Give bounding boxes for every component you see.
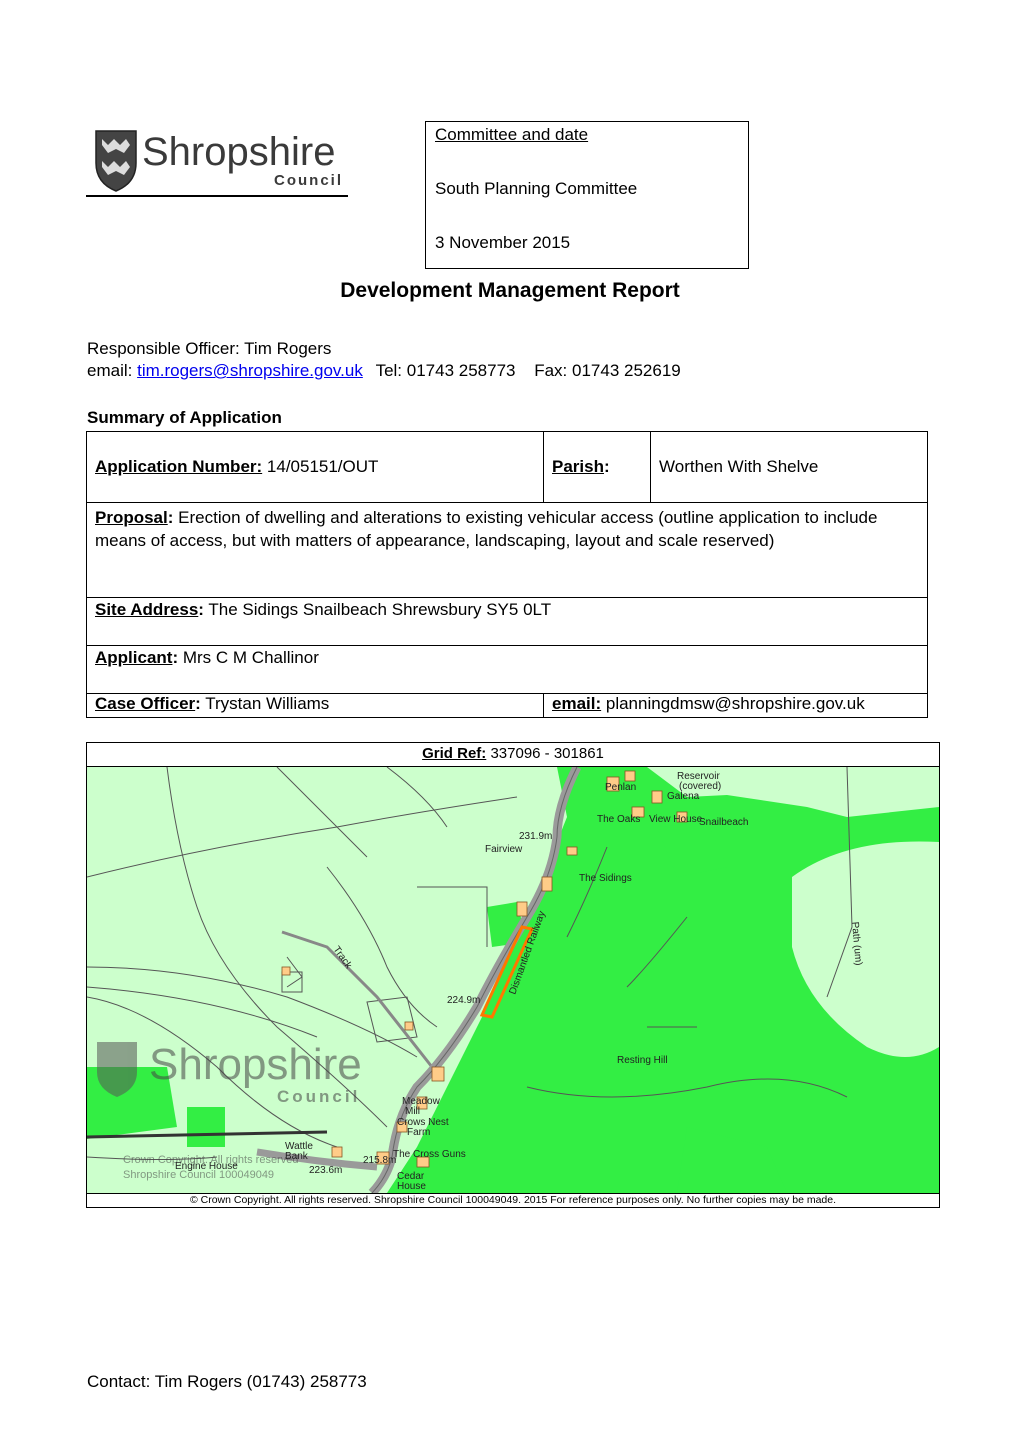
table-row: Applicant: Mrs C M Challinor xyxy=(86,645,928,694)
officer-email-link[interactable]: tim.rogers@shropshire.gov.uk xyxy=(137,361,363,380)
map-label: The Sidings xyxy=(579,873,632,884)
svg-text:Shropshire: Shropshire xyxy=(149,1040,362,1089)
officer-tel: Tel: 01743 258773 xyxy=(375,361,516,380)
map-label: Fairview xyxy=(485,844,523,855)
map-label: 231.9m xyxy=(519,831,552,842)
logo-subtitle: Council xyxy=(274,172,343,189)
case-officer-cell: Case Officer: Trystan Williams xyxy=(86,693,544,718)
proposal-label: Proposal xyxy=(95,508,168,527)
report-title: Development Management Report xyxy=(340,279,680,302)
applicant-value: Mrs C M Challinor xyxy=(182,648,319,667)
map-copyright: © Crown Copyright. All rights reserved. … xyxy=(189,1194,837,1206)
table-row: Proposal: Erection of dwelling and alter… xyxy=(86,502,928,598)
applicant-cell: Applicant: Mrs C M Challinor xyxy=(86,645,928,694)
table-row: Case Officer: Trystan Williams email: pl… xyxy=(86,693,928,718)
officer-block: Responsible Officer: Tim Rogers email: t… xyxy=(87,338,681,382)
grid-ref-label: Grid Ref: xyxy=(422,745,487,762)
grid-ref-value: 337096 - 301861 xyxy=(490,745,604,762)
site-address-label: Site Address xyxy=(95,600,199,619)
site-map: Shropshire Council Crown Copyright. All … xyxy=(87,766,939,1194)
site-map-frame: Grid Ref: 337096 - 301861 Shropshire Cou… xyxy=(86,742,940,1208)
map-label: 223.6m xyxy=(309,1165,342,1176)
map-label: The Cross Guns xyxy=(393,1149,466,1160)
site-address-cell: Site Address: The Sidings Snailbeach Shr… xyxy=(86,597,928,646)
application-table: Application Number: 14/05151/OUT Parish:… xyxy=(86,431,928,718)
committee-heading: Committee and date xyxy=(435,125,589,144)
case-officer-label: Case Officer xyxy=(95,694,196,713)
parish-label-cell: Parish: xyxy=(543,431,651,503)
map-label: Snailbeach xyxy=(699,817,748,828)
map-label: House xyxy=(397,1181,426,1192)
map-label: Galena xyxy=(667,791,700,802)
proposal-cell: Proposal: Erection of dwelling and alter… xyxy=(86,502,928,598)
logo-underline xyxy=(86,195,348,197)
parish-value: Worthen With Shelve xyxy=(659,457,819,476)
case-email-cell: email: planningdmsw@shropshire.gov.uk xyxy=(543,693,928,718)
map-label: Resting Hill xyxy=(617,1055,668,1066)
parish-value-cell: Worthen With Shelve xyxy=(650,431,928,503)
application-number-value: 14/05151/OUT xyxy=(266,457,379,476)
parish-label: Parish xyxy=(552,457,604,476)
table-row: Site Address: The Sidings Snailbeach Shr… xyxy=(86,597,928,646)
contact-footer: Contact: Tim Rogers (01743) 258773 xyxy=(87,1372,367,1391)
logo-wordmark: Shropshire xyxy=(142,130,335,174)
site-address-value: The Sidings Snailbeach Shrewsbury SY5 0L… xyxy=(208,600,552,619)
grid-ref: Grid Ref: 337096 - 301861 xyxy=(87,743,939,765)
map-label: 224.9m xyxy=(447,995,480,1006)
officer-email-label: email: xyxy=(87,361,133,380)
officer-fax: Fax: 01743 252619 xyxy=(534,361,681,380)
map-label: View House xyxy=(649,814,703,825)
summary-heading: Summary of Application xyxy=(87,408,282,427)
map-label: Mill xyxy=(405,1106,420,1117)
case-email-label: email: xyxy=(552,694,602,713)
committee-date: 3 November 2015 xyxy=(435,233,571,252)
map-label: Penlan xyxy=(605,782,636,793)
case-officer-value: Trystan Williams xyxy=(205,694,330,713)
committee-box: Committee and date South Planning Commit… xyxy=(425,121,749,269)
case-email-value: planningdmsw@shropshire.gov.uk xyxy=(605,694,865,713)
table-row: Application Number: 14/05151/OUT Parish:… xyxy=(86,431,928,503)
officer-line: Responsible Officer: Tim Rogers xyxy=(87,339,332,358)
map-label: The Oaks xyxy=(597,814,640,825)
map-label: Engine House xyxy=(175,1161,238,1172)
map-label: Bank xyxy=(285,1151,309,1162)
shield-crest-icon xyxy=(95,130,137,192)
application-number-label: Application Number: xyxy=(95,457,263,476)
map-label: 215.8m xyxy=(363,1155,396,1166)
officer-contact-line: email: tim.rogers@shropshire.gov.uk Tel:… xyxy=(87,360,681,382)
map-label: Farm xyxy=(407,1127,430,1138)
committee-name: South Planning Committee xyxy=(435,179,638,198)
shropshire-council-logo: Shropshire Council xyxy=(86,121,348,196)
svg-text:Council: Council xyxy=(277,1087,360,1106)
application-number-cell: Application Number: 14/05151/OUT xyxy=(86,431,544,503)
proposal-text: Erection of dwelling and alterations to … xyxy=(95,508,878,550)
applicant-label: Applicant xyxy=(95,648,173,667)
